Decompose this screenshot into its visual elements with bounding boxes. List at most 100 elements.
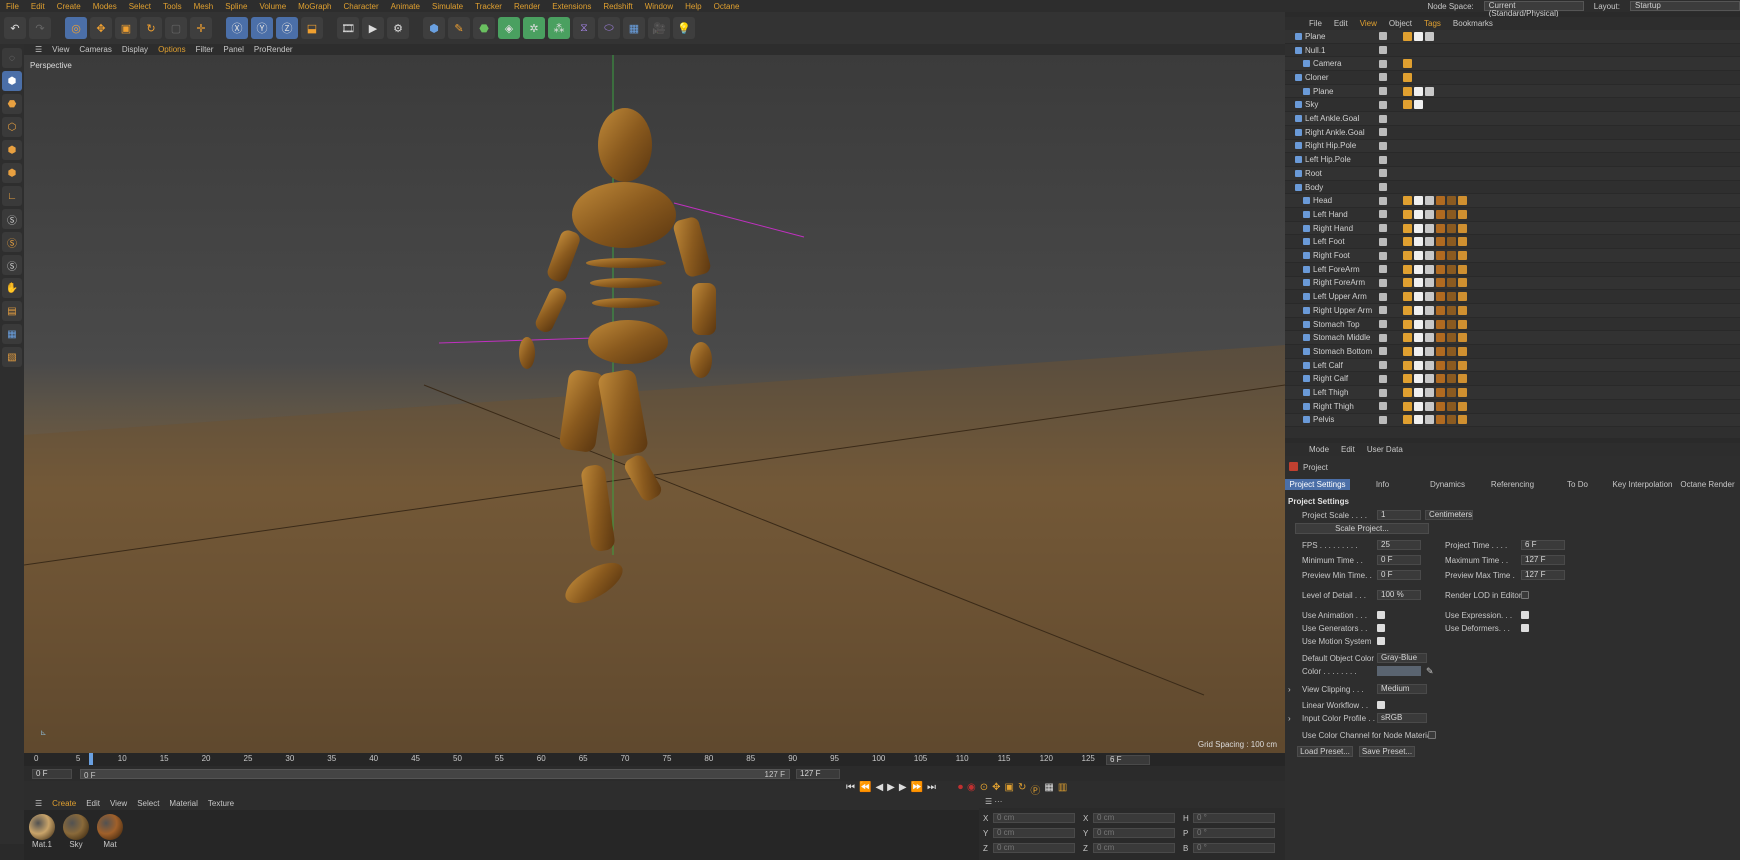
undo-icon[interactable]: ↶: [4, 17, 26, 39]
tag-icon[interactable]: [1414, 292, 1423, 302]
y-axis-lock-icon[interactable]: Ⓨ: [251, 17, 273, 39]
coord-value-field[interactable]: 0 cm: [1093, 843, 1175, 853]
3d-viewport[interactable]: Perspective Grid Spacing : 100 cm ⊾: [24, 55, 1285, 753]
tab-dynamics[interactable]: Dynamics: [1415, 479, 1480, 490]
move-icon[interactable]: ✥: [90, 17, 112, 39]
workplane-icon[interactable]: ▤: [2, 301, 22, 321]
tag-icon[interactable]: [1458, 319, 1467, 329]
tag-icon[interactable]: [1414, 223, 1423, 233]
visibility-toggle[interactable]: [1379, 210, 1387, 219]
tag-icon[interactable]: [1414, 86, 1423, 96]
tag-icon[interactable]: [1425, 223, 1434, 233]
tag-icon[interactable]: [1425, 415, 1434, 425]
object-row[interactable]: Head: [1285, 194, 1740, 209]
object-row[interactable]: Left Thigh: [1285, 386, 1740, 400]
visibility-toggle[interactable]: [1379, 196, 1387, 205]
visibility-toggle[interactable]: [1379, 32, 1387, 41]
menu-edit[interactable]: Edit: [25, 2, 51, 11]
object-row[interactable]: Stomach Bottom: [1285, 345, 1740, 359]
tag-icon[interactable]: [1414, 237, 1423, 247]
visibility-toggle[interactable]: [1379, 333, 1387, 342]
light-icon[interactable]: 💡: [673, 17, 695, 39]
menu-modes[interactable]: Modes: [87, 2, 123, 11]
tag-icon[interactable]: [1403, 209, 1412, 219]
snap-workplane-icon[interactable]: Ⓢ: [2, 255, 22, 275]
tag-icon[interactable]: [1447, 374, 1456, 384]
visibility-toggle[interactable]: [1379, 87, 1387, 96]
object-menu-view[interactable]: View: [1354, 19, 1383, 28]
object-row[interactable]: Right Calf: [1285, 373, 1740, 387]
tag-icon[interactable]: [1458, 305, 1467, 315]
key-scale-icon[interactable]: ▣: [1005, 782, 1014, 797]
material-menu-create[interactable]: Create: [47, 799, 81, 808]
tag-icon[interactable]: [1458, 333, 1467, 343]
tag-icon[interactable]: [1447, 196, 1456, 206]
axis-icon[interactable]: ✛: [190, 17, 212, 39]
material-menu-view[interactable]: View: [105, 799, 132, 808]
tag-icon[interactable]: [1403, 333, 1412, 343]
visibility-toggle[interactable]: [1379, 59, 1387, 68]
prev-key-icon[interactable]: ⏪: [859, 782, 871, 797]
menu-animate[interactable]: Animate: [385, 2, 426, 11]
snap-icon[interactable]: Ⓢ: [2, 209, 22, 229]
tag-icon[interactable]: [1458, 388, 1467, 398]
visibility-toggle[interactable]: [1379, 415, 1387, 424]
subdivision-icon[interactable]: ⬣: [473, 17, 495, 39]
model-mode-icon[interactable]: ⬢: [2, 71, 22, 91]
mograph-icon[interactable]: ✲: [523, 17, 545, 39]
use-expression-checkbox[interactable]: [1521, 611, 1529, 619]
selection-icon[interactable]: ◎: [65, 17, 87, 39]
play-icon[interactable]: ▶: [887, 782, 895, 797]
viewport-menu-display[interactable]: Display: [117, 45, 153, 54]
scale-icon[interactable]: ▣: [115, 17, 137, 39]
keyframe-selection-icon[interactable]: ⊙: [980, 782, 988, 797]
visibility-toggle[interactable]: [1379, 402, 1387, 411]
tag-icon[interactable]: [1403, 360, 1412, 370]
tag-icon[interactable]: [1414, 374, 1423, 384]
tab-key-interpolation[interactable]: Key Interpolation: [1610, 479, 1675, 490]
tag-icon[interactable]: [1425, 31, 1434, 41]
object-menu-tags[interactable]: Tags: [1418, 19, 1447, 28]
tag-icon[interactable]: [1425, 388, 1434, 398]
default-color-select[interactable]: Gray-Blue: [1377, 653, 1427, 663]
tag-icon[interactable]: [1447, 237, 1456, 247]
tag-icon[interactable]: [1436, 401, 1445, 411]
coord-value-field[interactable]: 0 °: [1193, 828, 1275, 838]
tag-icon[interactable]: [1425, 209, 1434, 219]
visibility-toggle[interactable]: [1379, 224, 1387, 233]
current-frame-field[interactable]: 6 F: [1106, 755, 1150, 765]
tag-icon[interactable]: [1414, 319, 1423, 329]
tag-icon[interactable]: [1436, 292, 1445, 302]
tag-icon[interactable]: [1458, 415, 1467, 425]
menu-tracker[interactable]: Tracker: [469, 2, 508, 11]
snap-settings-icon[interactable]: Ⓢ: [2, 232, 22, 252]
next-key-icon[interactable]: ⏩: [911, 782, 923, 797]
coord-value-field[interactable]: 0 °: [1193, 813, 1275, 823]
tag-icon[interactable]: [1447, 415, 1456, 425]
tag-icon[interactable]: [1436, 346, 1445, 356]
cube-icon[interactable]: ⬢: [423, 17, 445, 39]
tag-icon[interactable]: [1436, 388, 1445, 398]
coordinate-system-icon[interactable]: ⬓: [301, 17, 323, 39]
render-view-icon[interactable]: ▶: [362, 17, 384, 39]
viewport-menu-view[interactable]: View: [47, 45, 74, 54]
use-motion-checkbox[interactable]: [1377, 637, 1385, 645]
coord-value-field[interactable]: 0 cm: [993, 843, 1075, 853]
tag-icon[interactable]: [1403, 72, 1412, 82]
object-menu-edit[interactable]: Edit: [1328, 19, 1354, 28]
load-preset-button[interactable]: Load Preset...: [1297, 746, 1353, 757]
tag-icon[interactable]: [1425, 86, 1434, 96]
object-row[interactable]: Plane: [1285, 84, 1740, 99]
tab-project-settings[interactable]: Project Settings: [1285, 479, 1350, 490]
field-icon[interactable]: ⬭: [598, 17, 620, 39]
object-row[interactable]: Right ForeArm: [1285, 276, 1740, 291]
tag-icon[interactable]: [1447, 264, 1456, 274]
key-move-icon[interactable]: ✥: [992, 782, 1000, 797]
tag-icon[interactable]: [1447, 360, 1456, 370]
menu-octane[interactable]: Octane: [708, 2, 746, 11]
tag-icon[interactable]: [1458, 209, 1467, 219]
menu-render[interactable]: Render: [508, 2, 546, 11]
material-menu-edit[interactable]: Edit: [81, 799, 105, 808]
view-clipping-expand-icon[interactable]: ›: [1288, 685, 1291, 694]
tag-icon[interactable]: [1414, 360, 1423, 370]
